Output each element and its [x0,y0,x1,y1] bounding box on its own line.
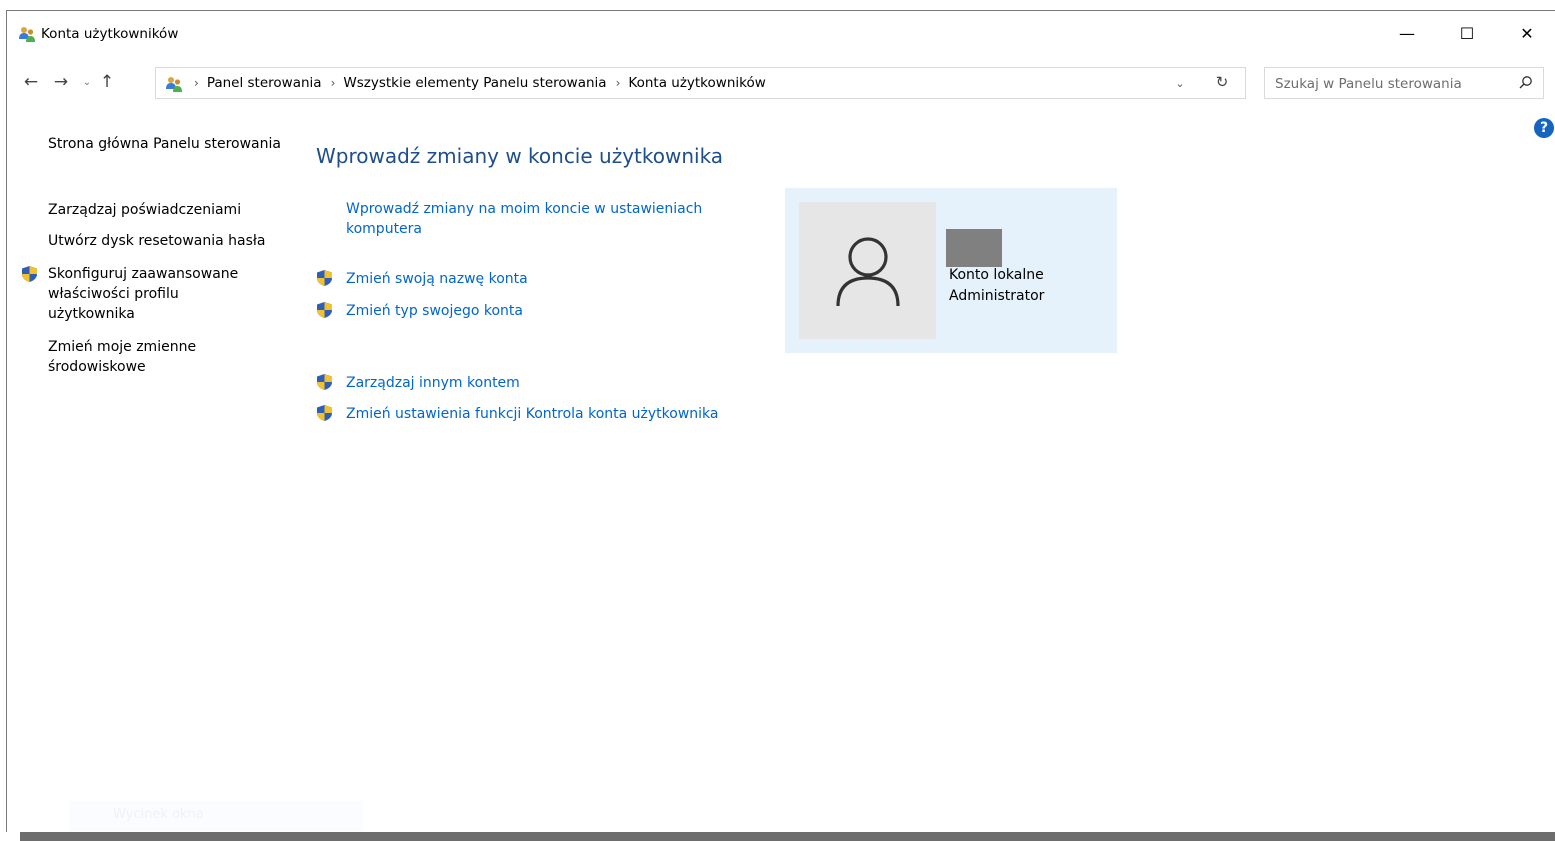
redacted-username [946,229,1002,267]
minimize-icon: — [1399,23,1415,43]
account-role-label: Administrator [949,288,1045,304]
avatar[interactable] [799,202,936,339]
sidebar-item-credentials[interactable]: Zarządzaj poświadczeniami [48,200,288,220]
uac-shield-icon [317,302,332,318]
help-icon[interactable]: ? [1534,118,1554,138]
uac-shield-icon [317,405,332,421]
uac-shield-icon [22,266,37,282]
forward-button[interactable]: → [49,70,73,94]
account-card: Konto lokalne Administrator [785,188,1117,353]
search-input[interactable] [1273,73,1507,95]
maximize-icon: ☐ [1459,23,1475,43]
arrow-up-icon: ↑ [99,72,115,92]
title-bar[interactable]: Konta użytkowników — ☐ ✕ [7,11,1555,57]
search-box[interactable] [1264,67,1544,99]
breadcrumb-separator[interactable]: › [331,76,336,90]
desktop-strip [0,0,1555,10]
breadcrumb-panel-sterowania[interactable]: Panel sterowania [207,75,322,91]
background-snip-window: Wycinek okna [69,801,363,831]
sidebar-item-home[interactable]: Strona główna Panelu sterowania [48,134,288,154]
address-history-button[interactable]: ⌄ [1169,73,1191,93]
page-title: Wprowadź zmiany w koncie użytkownika [316,144,724,168]
link-uac-settings[interactable]: Zmień ustawienia funkcji Kontrola konta … [346,404,718,424]
user-silhouette-icon [836,237,900,307]
sidebar-item-advanced-profile[interactable]: Skonfiguruj zaawansowane właściwości pro… [48,264,268,324]
breadcrumb-user-accounts[interactable]: Konta użytkowników [628,75,765,91]
control-panel-window: Konta użytkowników — ☐ ✕ ← → ⌄ ↑ › Panel … [6,10,1555,832]
link-pc-settings[interactable]: Wprowadź zmiany na moim koncie w ustawie… [346,199,736,239]
users-location-icon [166,77,182,92]
breadcrumb-separator[interactable]: › [616,76,621,90]
link-manage-other-account[interactable]: Zarządzaj innym kontem [346,373,520,393]
sidebar-item-env-variables[interactable]: Zmień moje zmienne środowiskowe [48,337,238,377]
chevron-down-icon: ⌄ [82,76,92,88]
uac-shield-icon [317,374,332,390]
window-title: Konta użytkowników [41,26,179,42]
arrow-left-icon: ← [23,72,39,92]
link-change-account-type[interactable]: Zmień typ swojego konta [346,301,523,321]
back-button[interactable]: ← [19,70,43,94]
account-type-label: Konto lokalne [949,267,1044,283]
taskbar-edge [20,832,1555,841]
breadcrumb: › Panel sterowania › Wszystkie elementy Pan… [188,75,766,91]
search-icon[interactable] [1517,74,1535,92]
up-button[interactable]: ↑ [95,70,119,94]
users-app-icon [19,27,35,42]
minimize-button[interactable]: — [1377,11,1437,55]
breadcrumb-all-items[interactable]: Wszystkie elementy Panelu sterowania [343,75,606,91]
close-icon: ✕ [1520,23,1534,43]
refresh-icon: ↻ [1215,73,1229,91]
breadcrumb-separator[interactable]: › [194,76,199,90]
maximize-button[interactable]: ☐ [1437,11,1497,55]
sidebar-item-reset-disk[interactable]: Utwórz dysk resetowania hasła [48,231,288,251]
arrow-right-icon: → [53,72,69,92]
refresh-button[interactable]: ↻ [1210,70,1234,94]
uac-shield-icon [317,270,332,286]
link-change-account-name[interactable]: Zmień swoją nazwę konta [346,269,528,289]
address-bar[interactable]: › Panel sterowania › Wszystkie elementy Pan… [155,67,1246,99]
chevron-down-icon: ⌄ [1175,76,1185,90]
close-button[interactable]: ✕ [1497,11,1555,55]
